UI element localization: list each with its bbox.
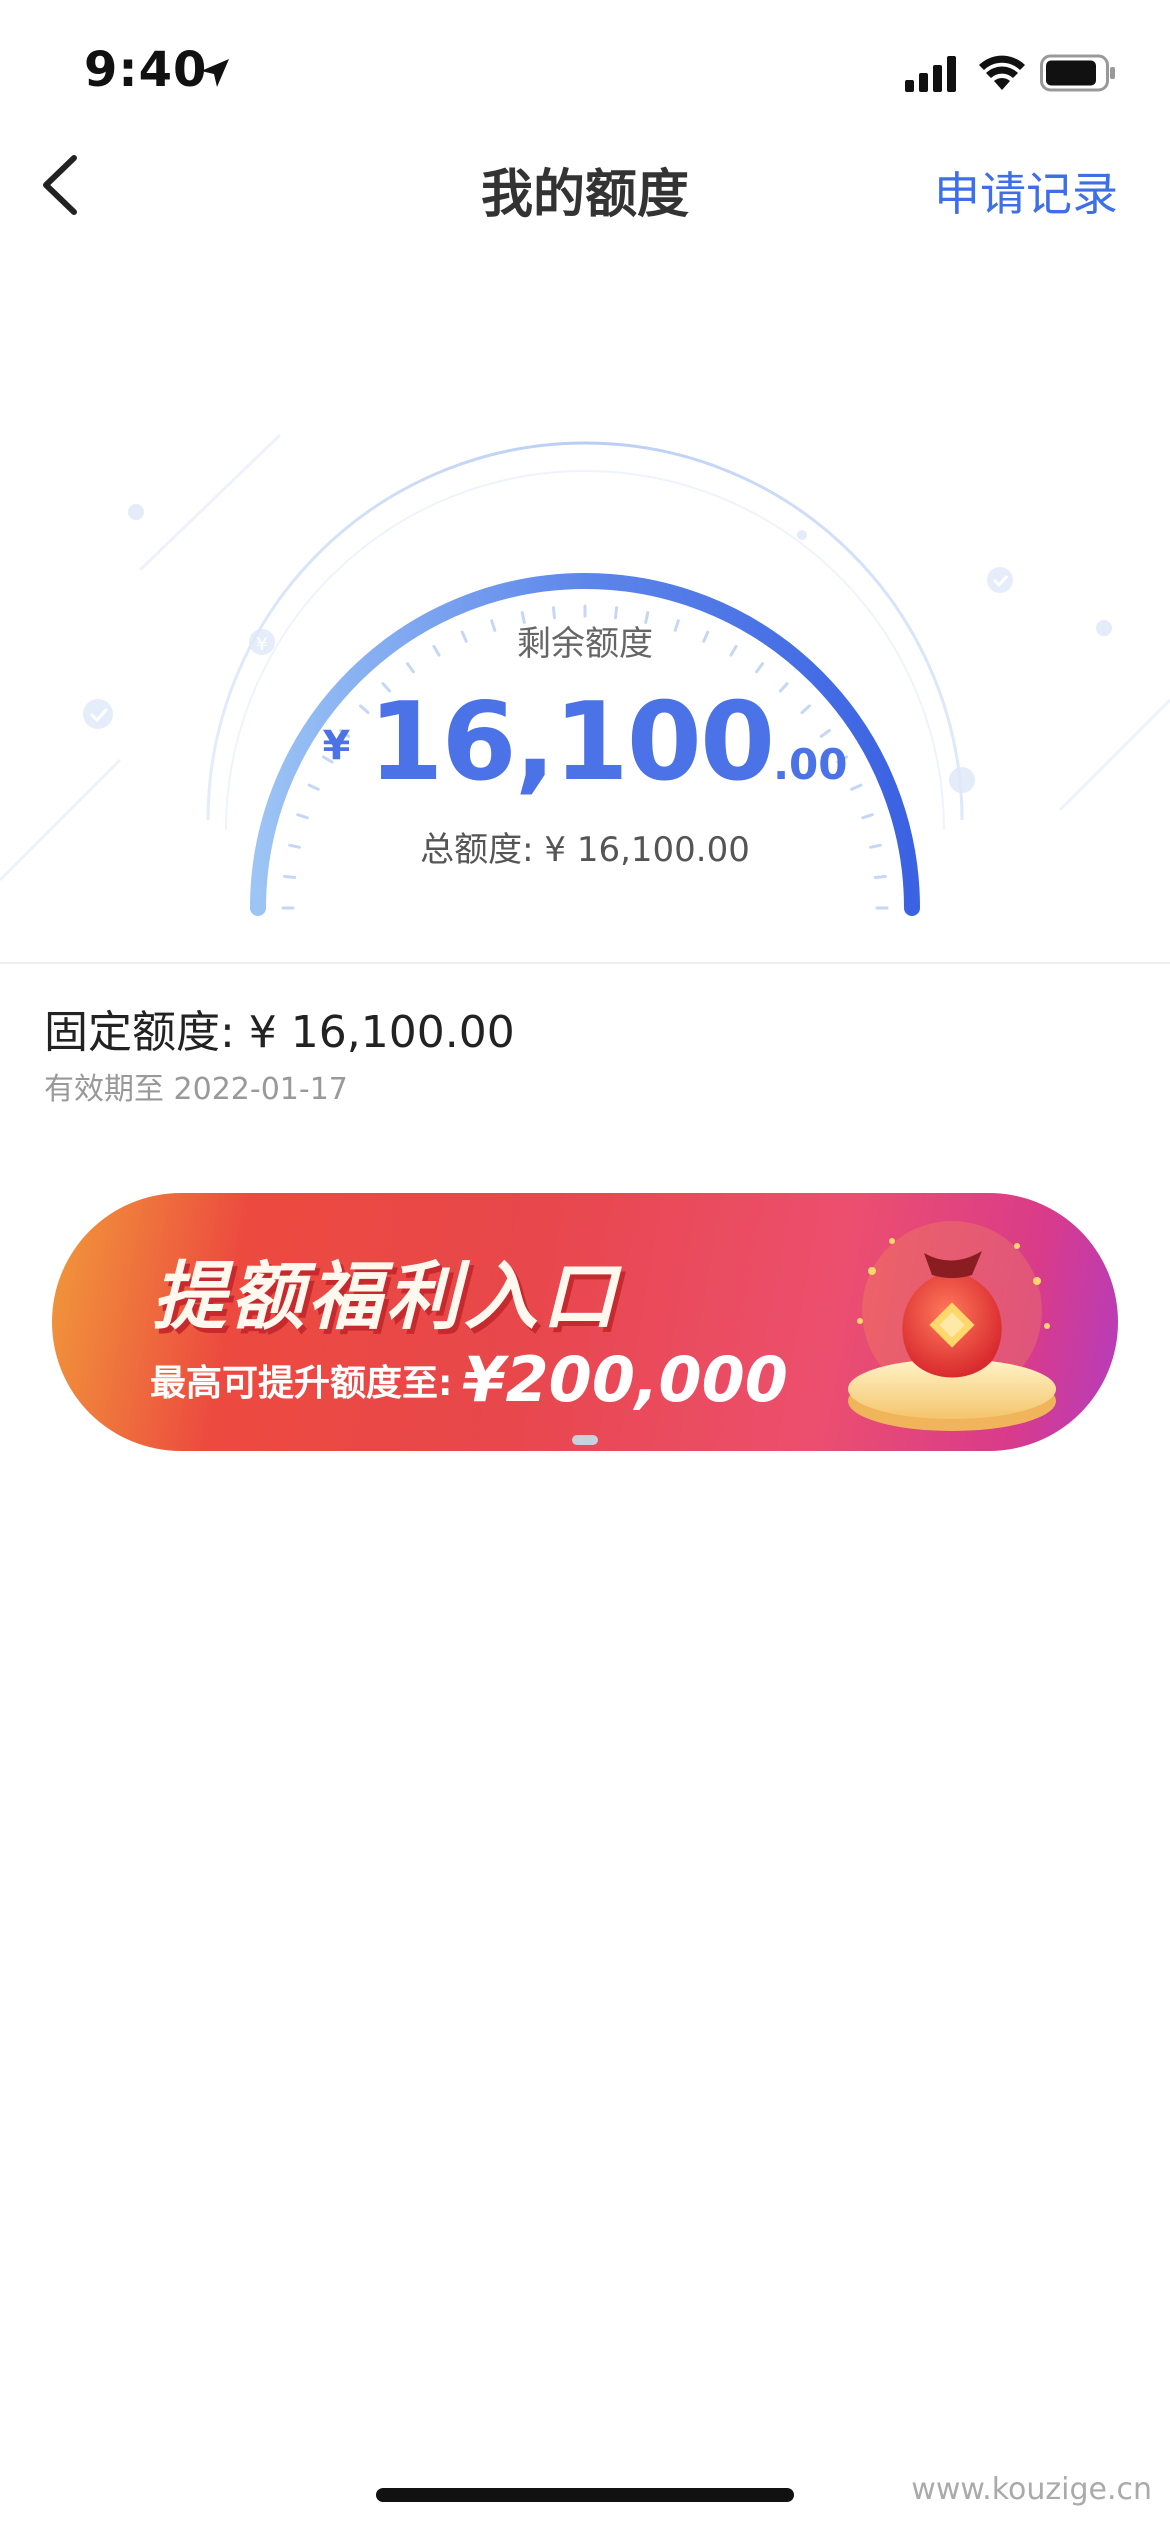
- banner-subtitle: 最高可提升额度至: ¥200,000: [150, 1343, 788, 1416]
- amount-decimal: .00: [773, 740, 848, 789]
- banner-max-amount: ¥200,000: [462, 1343, 788, 1416]
- location-arrow-icon: [201, 59, 229, 87]
- wifi-icon: [979, 55, 1025, 90]
- watermark: www.kouzige.cn: [911, 2472, 1152, 2507]
- gauge-tick: [861, 813, 874, 820]
- currency-symbol: ¥: [322, 723, 351, 769]
- gauge-tick: [296, 813, 309, 820]
- amount-integer: 16,100: [368, 680, 775, 805]
- remaining-amount: ¥16,100.00: [0, 680, 1170, 805]
- battery-icon: [1040, 54, 1115, 92]
- banner-sub-prefix: 最高可提升额度至:: [150, 1363, 453, 1404]
- total-credit: 总额度: ¥ 16,100.00: [420, 830, 750, 870]
- remaining-label: 剩余额度: [517, 624, 653, 664]
- status-time: 9:40: [84, 42, 208, 98]
- divider: [0, 962, 1170, 964]
- valid-until: 有效期至 2022-01-17: [44, 1072, 348, 1107]
- home-indicator: [376, 2488, 794, 2502]
- lucky-bag-icon: [848, 1221, 1056, 1431]
- credit-boost-banner[interactable]: 提额福利入口 最高可提升额度至: ¥200,000: [52, 1193, 1118, 1451]
- gauge-tick: [283, 874, 297, 879]
- banner-page-indicator: [572, 1435, 598, 1445]
- apply-record-link[interactable]: 申请记录: [934, 158, 1118, 224]
- banner-title: 提额福利入口: [152, 1254, 620, 1340]
- cellular-signal-icon: [905, 56, 956, 92]
- gauge-tick: [873, 874, 887, 879]
- fixed-credit: 固定额度: ¥ 16,100.00: [44, 1007, 515, 1058]
